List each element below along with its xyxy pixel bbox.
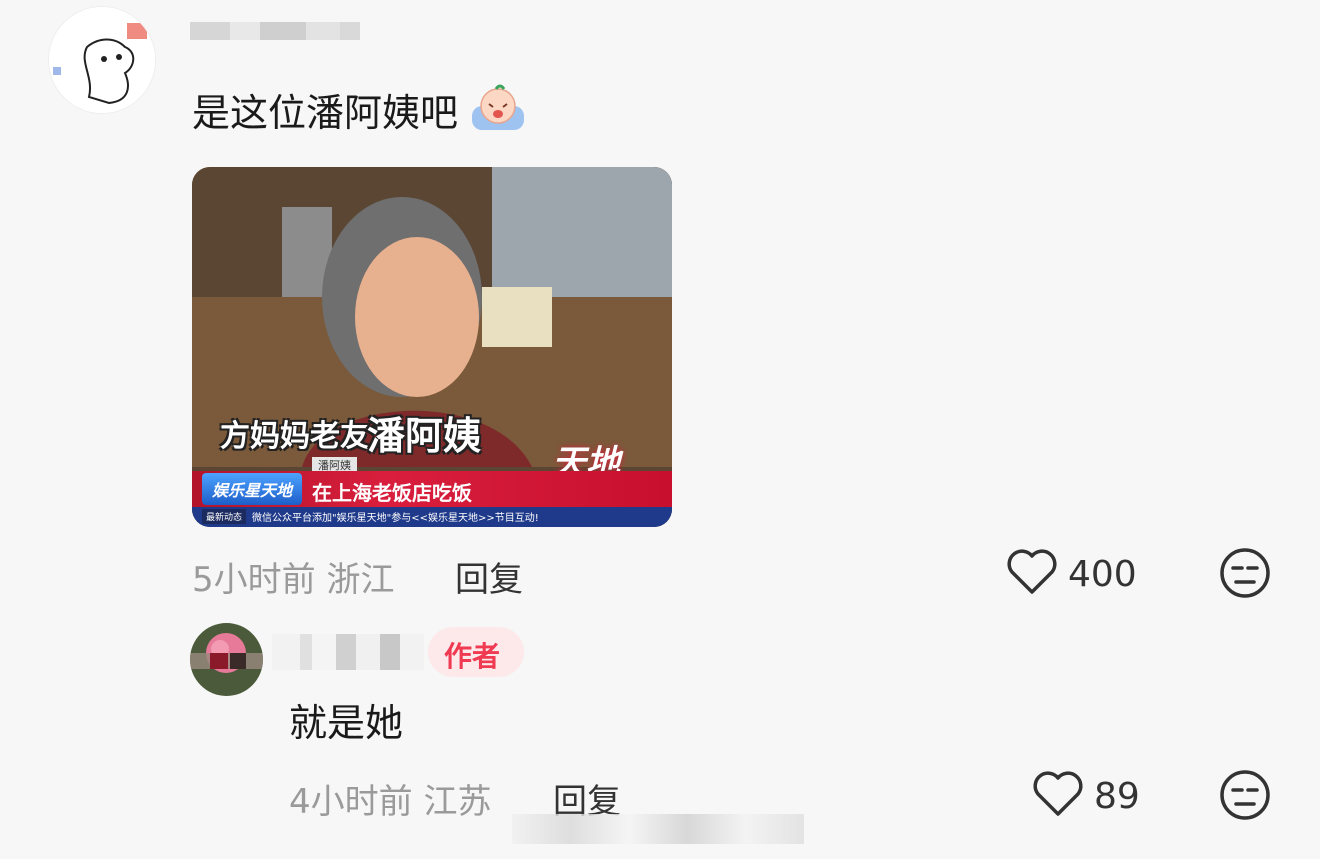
author-badge: 作者 — [428, 627, 524, 677]
reply-button[interactable]: 回复 — [455, 552, 523, 601]
show-logo: 娱乐星天地 — [202, 473, 302, 505]
image-bottom-ticker: 微信公众平台添加"娱乐星天地"参与<<娱乐星天地>>节目互动! — [252, 513, 539, 524]
like-button[interactable]: 400 — [1006, 548, 1137, 600]
dislike-button[interactable] — [1219, 769, 1271, 825]
comment-location: 浙江 — [326, 560, 395, 600]
heart-icon — [1006, 548, 1058, 600]
like-count: 400 — [1068, 553, 1137, 595]
comment-text: 就是她 — [289, 701, 404, 745]
heart-icon — [1032, 770, 1084, 822]
comment-image[interactable]: 方妈妈老友： 潘阿姨 天地 潘阿姨 娱乐星天地 在上海老饭店吃饭 最新动态 微信… — [192, 167, 672, 527]
avatar[interactable] — [190, 623, 263, 696]
comment-text: 是这位潘阿姨吧 — [192, 84, 526, 138]
username-blurred[interactable] — [272, 634, 424, 670]
blurred-overlay — [512, 814, 804, 844]
image-bottom-badge: 最新动态 — [202, 509, 247, 524]
crying-face-emoji-icon — [470, 84, 526, 138]
dislike-button[interactable] — [1219, 547, 1271, 603]
unamused-face-icon — [1219, 548, 1271, 603]
like-count: 89 — [1094, 775, 1140, 817]
unamused-face-icon — [1219, 770, 1271, 825]
comment-time: 5小时前 — [192, 560, 316, 600]
avatar[interactable] — [48, 6, 156, 114]
comment-time: 4小时前 — [289, 782, 413, 822]
comment-meta: 4小时前 江苏 — [289, 774, 491, 823]
image-caption-name: 潘阿姨 — [367, 414, 482, 458]
image-ticker-text: 在上海老饭店吃饭 — [312, 481, 472, 505]
like-button[interactable]: 89 — [1032, 770, 1140, 822]
comment-meta: 5小时前 浙江 — [192, 552, 394, 601]
username-blurred[interactable] — [190, 22, 360, 40]
comment-location: 江苏 — [423, 782, 492, 822]
